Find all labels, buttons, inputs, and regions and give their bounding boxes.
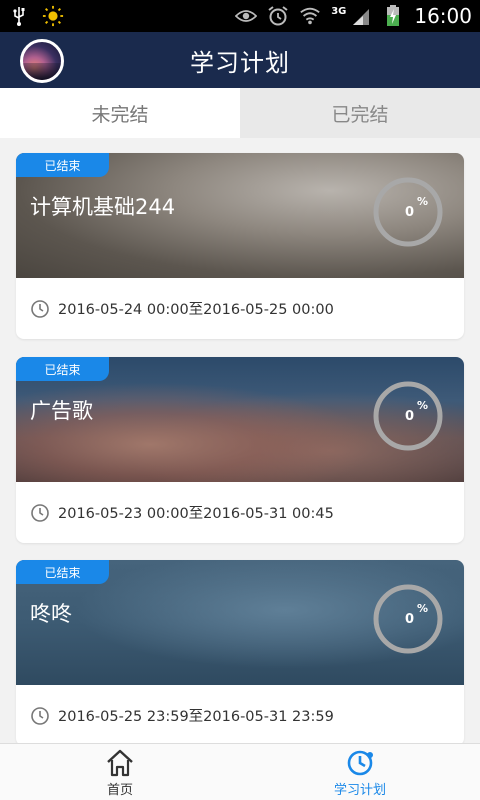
plan-title: 广告歌 [30,399,93,423]
plan-footer: 2016-05-23 00:00至2016-05-31 00:45 [16,482,464,543]
alarm-icon [267,5,289,27]
status-time: 16:00 [414,4,472,28]
plan-time-range: 2016-05-24 00:00至2016-05-25 00:00 [58,302,334,318]
clock-icon [347,750,373,775]
status-badge: 已结束 [16,560,109,584]
plan-card[interactable]: 已结束 广告歌 0 % 2016-05-23 00:00至2016-05-31 … [16,357,464,543]
plan-list[interactable]: 已结束 计算机基础244 0 % 2016-05-24 00:00至2016-0… [0,138,480,743]
nav-study-plan-label: 学习计划 [333,782,386,798]
signal-icon [350,5,372,27]
eye-icon [235,5,258,27]
status-badge: 已结束 [16,153,109,177]
page-title: 学习计划 [190,48,290,77]
plan-time-range: 2016-05-23 00:00至2016-05-31 00:45 [58,506,334,522]
progress-value: 0 [404,409,414,424]
progress-percent-sign: % [416,195,428,208]
bottom-nav: 首页 学习计划 [0,743,480,800]
plan-card[interactable]: 已结束 计算机基础244 0 % 2016-05-24 00:00至2016-0… [16,153,464,339]
plan-card[interactable]: 已结束 咚咚 0 % 2016-05-25 23:59至2016-05-31 2… [16,560,464,743]
sun-icon [42,5,64,27]
progress-value: 0 [404,612,414,627]
plan-time-range: 2016-05-25 23:59至2016-05-31 23:59 [58,709,334,725]
progress-percent-sign: % [416,399,428,412]
wifi-icon [299,5,321,27]
clock-icon [31,706,49,725]
status-badge: 已结束 [16,357,109,381]
progress-value: 0 [404,205,414,220]
plan-banner: 已结束 咚咚 0 % [16,560,464,685]
tab-unfinished[interactable]: 未完结 [0,88,240,138]
clock-icon [31,503,49,522]
network-type: 3G [331,5,347,17]
plan-footer: 2016-05-24 00:00至2016-05-25 00:00 [16,278,464,339]
nav-home[interactable]: 首页 [0,744,240,800]
clock-icon [31,299,49,318]
progress-percent-sign: % [416,602,428,615]
battery-icon [382,5,404,27]
usb-icon [8,5,30,27]
tab-finished[interactable]: 已完结 [240,88,480,138]
plan-title: 咚咚 [30,602,72,626]
plan-banner: 已结束 广告歌 0 % [16,357,464,482]
plan-footer: 2016-05-25 23:59至2016-05-31 23:59 [16,685,464,743]
nav-home-label: 首页 [106,782,133,798]
tab-bar: 未完结 已完结 [0,88,480,138]
avatar[interactable] [20,39,64,83]
app-header: 学习计划 [0,32,480,88]
nav-study-plan[interactable]: 学习计划 [240,744,480,800]
status-bar: 3G 16:00 [0,0,480,32]
plan-title: 计算机基础244 [30,195,176,219]
plan-banner: 已结束 计算机基础244 0 % [16,153,464,278]
home-icon [107,749,133,776]
